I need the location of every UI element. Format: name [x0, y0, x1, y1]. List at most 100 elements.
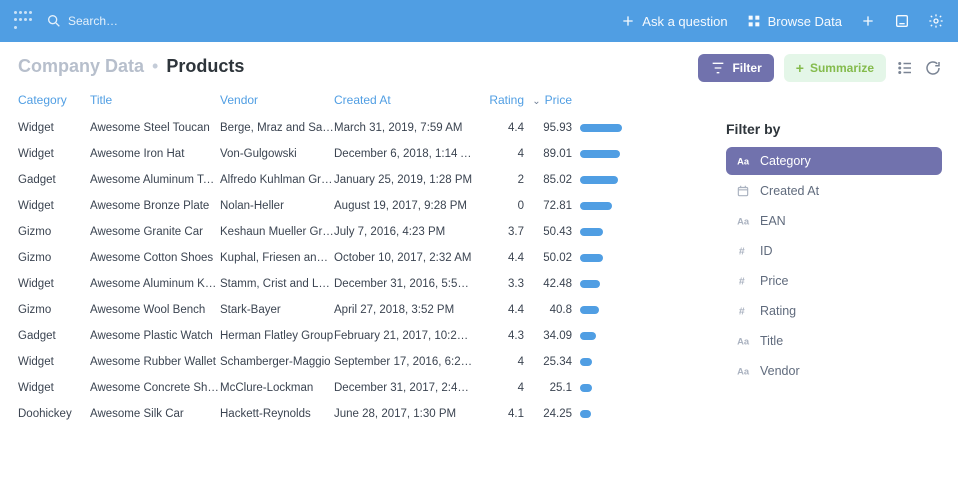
price-bar	[572, 150, 622, 158]
filter-item-id[interactable]: #ID	[726, 237, 942, 265]
cell-price: 85.02	[524, 174, 572, 186]
svg-text:#: #	[739, 246, 745, 258]
col-title[interactable]: Title	[90, 93, 220, 107]
col-category[interactable]: Category	[18, 93, 90, 107]
table-row[interactable]: Gadget Awesome Plastic Watch Herman Flat…	[18, 323, 698, 349]
filter-item-price[interactable]: # Price	[726, 267, 942, 295]
cell-vendor: Nolan-Heller	[220, 200, 334, 212]
svg-text:Aa: Aa	[737, 337, 750, 347]
filter-item-ean[interactable]: AaEAN	[726, 207, 942, 235]
cell-rating: 2	[474, 174, 524, 186]
table-row[interactable]: Widget Awesome Iron Hat Von-Gulgowski De…	[18, 141, 698, 167]
refresh-icon[interactable]	[924, 59, 942, 77]
table-row[interactable]: Gizmo Awesome Granite Car Keshaun Muelle…	[18, 219, 698, 245]
filter-item-category[interactable]: AaCategory	[726, 147, 942, 175]
filter-button[interactable]: Filter	[698, 54, 773, 82]
top-navbar: Ask a question Browse Data	[0, 0, 958, 42]
svg-text:Aa: Aa	[737, 367, 750, 377]
cell-vendor: Alfredo Kuhlman Group	[220, 174, 334, 186]
cell-title: Awesome Plastic Watch	[90, 330, 220, 342]
cell-price: 34.09	[524, 330, 572, 342]
ask-question-button[interactable]: Ask a question	[620, 13, 727, 29]
cell-created-at: January 25, 2019, 1:28 PM	[334, 174, 474, 186]
archive-icon[interactable]	[894, 13, 910, 29]
cell-created-at: June 28, 2017, 1:30 PM	[334, 408, 474, 420]
col-rating[interactable]: Rating	[474, 93, 524, 107]
text-icon: Aa	[736, 364, 750, 378]
cell-category: Widget	[18, 200, 90, 212]
price-bar	[572, 384, 622, 392]
cell-price: 50.02	[524, 252, 572, 264]
cell-vendor: Berge, Mraz and Sawayn	[220, 122, 334, 134]
filter-item-rating[interactable]: # Rating	[726, 297, 942, 325]
table-row[interactable]: Gizmo Awesome Cotton Shoes Kuphal, Fries…	[18, 245, 698, 271]
global-search[interactable]	[46, 13, 188, 29]
breadcrumb-current: Products	[166, 56, 244, 77]
price-bar	[572, 306, 622, 314]
filter-item-label: Vendor	[760, 364, 800, 378]
cell-rating: 4	[474, 148, 524, 160]
table-row[interactable]: Widget Awesome Bronze Plate Nolan-Heller…	[18, 193, 698, 219]
calendar-icon	[736, 184, 750, 198]
price-bar	[572, 176, 622, 184]
table-row[interactable]: Gizmo Awesome Wool Bench Stark-Bayer Apr…	[18, 297, 698, 323]
cell-category: Doohickey	[18, 408, 90, 420]
cell-price: 40.8	[524, 304, 572, 316]
filter-item-title[interactable]: AaTitle	[726, 327, 942, 355]
browse-data-button[interactable]: Browse Data	[746, 13, 842, 29]
svg-text:#: #	[739, 276, 745, 288]
grid-settings-icon[interactable]	[896, 59, 914, 77]
cell-created-at: April 27, 2018, 3:52 PM	[334, 304, 474, 316]
table-row[interactable]: Widget Awesome Aluminum Keyboard Stamm, …	[18, 271, 698, 297]
cell-vendor: Kuphal, Friesen and Rowe	[220, 252, 334, 264]
cell-title: Awesome Granite Car	[90, 226, 220, 238]
breadcrumb-separator-icon: •	[152, 56, 158, 77]
summarize-button[interactable]: + Summarize	[784, 54, 886, 82]
cell-title: Awesome Cotton Shoes	[90, 252, 220, 264]
filter-panel: Filter by AaCategoryCreated AtAaEAN#ID#P…	[698, 87, 942, 427]
cell-price: 50.43	[524, 226, 572, 238]
table-row[interactable]: Widget Awesome Rubber Wallet Schamberger…	[18, 349, 698, 375]
price-bar	[572, 332, 622, 340]
filter-item-label: Price	[760, 274, 788, 288]
cell-created-at: February 21, 2017, 10:21 AM	[334, 330, 474, 342]
filter-panel-title: Filter by	[726, 121, 942, 137]
price-bar	[572, 228, 622, 236]
gear-icon[interactable]	[928, 13, 944, 29]
table-row[interactable]: Gadget Awesome Aluminum Table Alfredo Ku…	[18, 167, 698, 193]
filter-label: Filter	[732, 61, 761, 75]
text-icon: Aa	[736, 334, 750, 348]
hash-icon: #	[736, 304, 750, 318]
col-created-at[interactable]: Created At	[334, 93, 474, 107]
cell-vendor: McClure-Lockman	[220, 382, 334, 394]
cell-title: Awesome Rubber Wallet	[90, 356, 220, 368]
create-icon[interactable]	[860, 13, 876, 29]
price-bar	[572, 202, 622, 210]
cell-price: 25.34	[524, 356, 572, 368]
cell-category: Gadget	[18, 330, 90, 342]
cell-vendor: Herman Flatley Group	[220, 330, 334, 342]
ask-label: Ask a question	[642, 14, 727, 29]
search-input[interactable]	[68, 14, 188, 28]
brand-logo[interactable]	[14, 11, 34, 31]
browse-label: Browse Data	[768, 14, 842, 29]
svg-text:Aa: Aa	[737, 217, 750, 227]
col-price[interactable]: ⌄Price	[524, 93, 572, 107]
table-row[interactable]: Doohickey Awesome Silk Car Hackett-Reyno…	[18, 401, 698, 427]
table-row[interactable]: Widget Awesome Steel Toucan Berge, Mraz …	[18, 115, 698, 141]
cell-price: 42.48	[524, 278, 572, 290]
price-bar	[572, 358, 622, 366]
cell-category: Widget	[18, 278, 90, 290]
hash-icon: #	[736, 274, 750, 288]
filter-item-label: Rating	[760, 304, 796, 318]
cell-created-at: December 31, 2017, 2:41 PM	[334, 382, 474, 394]
table-row[interactable]: Widget Awesome Concrete Shoes McClure-Lo…	[18, 375, 698, 401]
cell-price: 25.1	[524, 382, 572, 394]
cell-created-at: December 6, 2018, 1:14 AM	[334, 148, 474, 160]
cell-rating: 0	[474, 200, 524, 212]
filter-item-created-at[interactable]: Created At	[726, 177, 942, 205]
cell-vendor: Stark-Bayer	[220, 304, 334, 316]
breadcrumb-parent[interactable]: Company Data	[18, 56, 144, 77]
filter-item-vendor[interactable]: Aa Vendor	[726, 357, 942, 385]
col-vendor[interactable]: Vendor	[220, 93, 334, 107]
